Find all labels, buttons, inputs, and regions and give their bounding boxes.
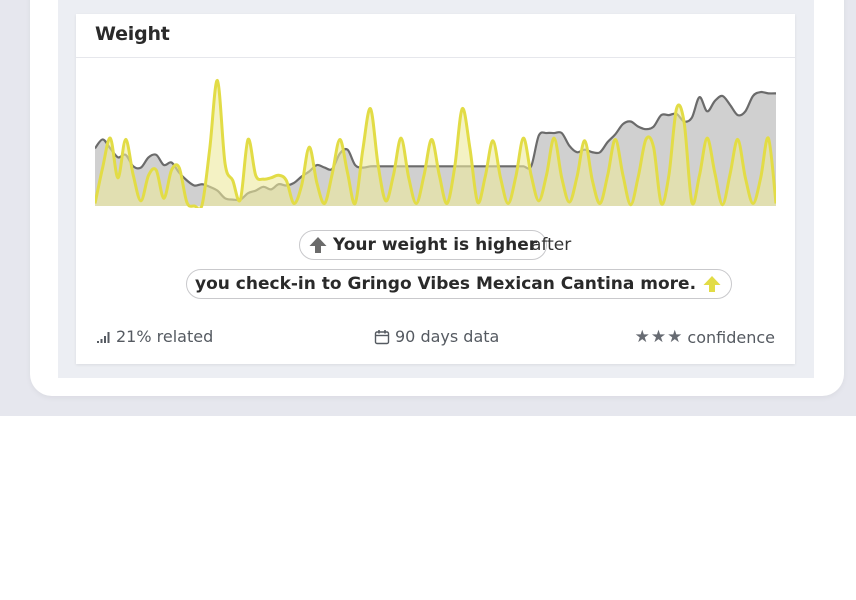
weight-higher-text: Your weight is higher bbox=[333, 235, 538, 255]
checkin-text: you check-in to Gringo Vibes Mexican Can… bbox=[195, 274, 697, 294]
arrow-up-icon bbox=[309, 237, 327, 253]
days-stat: 90 days data bbox=[374, 327, 499, 346]
weight-higher-pill[interactable]: Your weight is higher bbox=[299, 230, 548, 260]
days-text: 90 days data bbox=[395, 327, 500, 346]
confidence-stat: ★★★ confidence bbox=[635, 327, 775, 347]
checkin-pill[interactable]: you check-in to Gringo Vibes Mexican Can… bbox=[186, 269, 733, 299]
card-header: Weight bbox=[76, 14, 795, 58]
signal-bars-icon bbox=[97, 331, 110, 343]
calendar-icon bbox=[374, 329, 390, 344]
weight-chart bbox=[95, 79, 776, 208]
star-icon: ★ bbox=[667, 327, 684, 347]
related-stat: 21% related bbox=[97, 327, 213, 346]
star-icon: ★ bbox=[650, 327, 668, 347]
star-icon: ★ bbox=[634, 327, 651, 347]
confidence-text: confidence bbox=[687, 327, 775, 347]
confidence-stars: ★★★ bbox=[635, 327, 684, 347]
card-title: Weight bbox=[95, 23, 170, 45]
related-text: 21% related bbox=[116, 327, 214, 346]
after-text: after bbox=[531, 235, 572, 255]
weight-insight-card[interactable]: Weight Your weight is higher after you c… bbox=[76, 14, 795, 364]
arrow-up-icon bbox=[703, 276, 721, 292]
